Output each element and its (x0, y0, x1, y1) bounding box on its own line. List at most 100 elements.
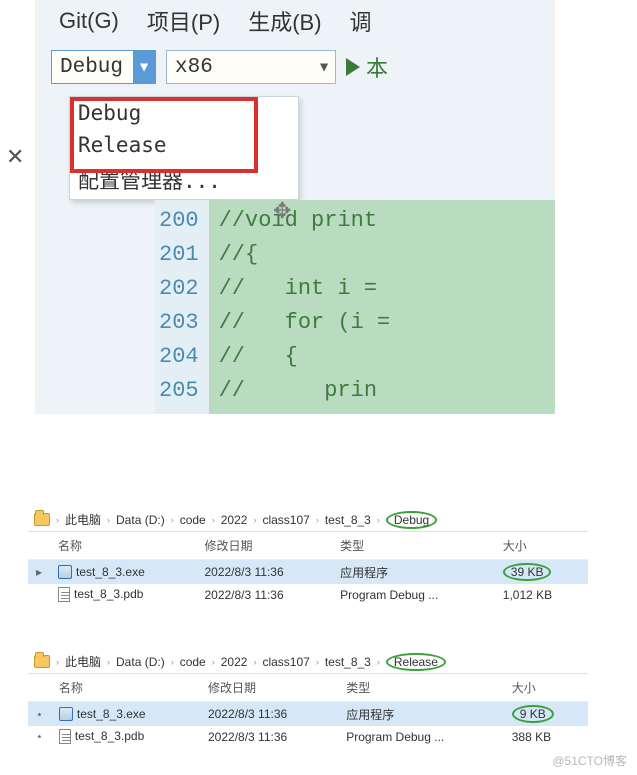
table-header-row: 名称 修改日期 类型 大小 (28, 532, 588, 560)
dropdown-option-release[interactable]: Release (70, 129, 298, 161)
menu-git[interactable]: Git(G) (59, 8, 119, 34)
code-line: // for (i = (219, 306, 555, 340)
file-date: 2022/8/3 11:36 (200, 702, 338, 727)
file-date: 2022/8/3 11:36 (196, 584, 332, 605)
breadcrumb-item[interactable]: Data (D:) (116, 513, 165, 527)
dropdown-option-debug[interactable]: Debug (70, 97, 298, 129)
file-type: 应用程序 (338, 702, 504, 727)
file-name: test_8_3.pdb (75, 729, 144, 743)
code-content[interactable]: //void print //{ // int i = // for (i = … (209, 200, 555, 414)
selection-arrow-icon: ▸ (28, 560, 50, 585)
table-row[interactable]: test_8_3.pdb 2022/8/3 11:36 Program Debu… (28, 584, 588, 605)
col-type[interactable]: 类型 (338, 674, 504, 702)
chevron-down-icon: ▾ (313, 51, 335, 83)
chevron-right-icon: › (316, 657, 319, 667)
pdb-icon (58, 587, 70, 602)
col-date[interactable]: 修改日期 (200, 674, 338, 702)
file-name: test_8_3.exe (76, 565, 145, 579)
code-line: // { (219, 340, 555, 374)
line-number-gutter: 200 201 202 203 204 205 (155, 200, 209, 414)
menu-debug[interactable]: 调 (350, 5, 372, 37)
file-explorer-debug: › 此电脑 › Data (D:) › code › 2022 › class1… (28, 508, 588, 605)
col-date[interactable]: 修改日期 (196, 532, 332, 560)
chevron-right-icon: › (56, 515, 59, 525)
file-table: 名称 修改日期 类型 大小 ▸ test_8_3.exe 2022/8/3 11… (28, 532, 588, 605)
platform-combobox-label: x86 (167, 54, 223, 81)
file-date: 2022/8/3 11:36 (200, 726, 338, 747)
breadcrumb-current-highlighted[interactable]: Release (386, 653, 446, 671)
code-line: //void print (219, 204, 555, 238)
start-debug-button[interactable]: 本 (346, 51, 388, 83)
close-icon[interactable]: ✕ (0, 144, 30, 170)
breadcrumb: › 此电脑 › Data (D:) › code › 2022 › class1… (28, 650, 588, 674)
breadcrumb-item[interactable]: class107 (262, 513, 309, 527)
breadcrumb: › 此电脑 › Data (D:) › code › 2022 › class1… (28, 508, 588, 532)
menu-build[interactable]: 生成(B) (248, 5, 321, 37)
col-name[interactable]: 名称 (50, 532, 196, 560)
file-size-highlighted: 39 KB (503, 563, 552, 581)
chevron-right-icon: › (253, 515, 256, 525)
col-size[interactable]: 大小 (495, 532, 588, 560)
line-number: 201 (159, 238, 199, 272)
menu-project[interactable]: 项目(P) (147, 5, 220, 37)
breadcrumb-item[interactable]: test_8_3 (325, 655, 371, 669)
breadcrumb-item[interactable]: 此电脑 (65, 653, 101, 670)
line-number: 203 (159, 306, 199, 340)
col-size[interactable]: 大小 (504, 674, 588, 702)
pin-icon[interactable]: ⋆ (28, 702, 51, 727)
play-icon (346, 58, 360, 76)
file-table: 名称 修改日期 类型 大小 ⋆ test_8_3.exe 2022/8/3 11… (28, 674, 588, 747)
breadcrumb-item[interactable]: code (180, 513, 206, 527)
platform-combobox[interactable]: x86 ▾ (166, 50, 336, 84)
file-name: test_8_3.exe (77, 707, 146, 721)
line-number: 204 (159, 340, 199, 374)
chevron-right-icon: › (107, 515, 110, 525)
watermark: @51CTO博客 (552, 752, 627, 769)
folder-icon (34, 513, 50, 526)
start-debug-label: 本 (366, 51, 388, 83)
breadcrumb-item[interactable]: code (180, 655, 206, 669)
exe-icon (58, 565, 72, 579)
breadcrumb-item[interactable]: 2022 (221, 513, 248, 527)
line-number: 205 (159, 374, 199, 408)
config-dropdown: Debug Release 配置管理器... (69, 96, 299, 200)
chevron-right-icon: › (171, 657, 174, 667)
folder-icon (34, 655, 50, 668)
menu-bar: Git(G) 项目(P) 生成(B) 调 (35, 0, 555, 42)
move-cursor-icon: ✥ (273, 198, 291, 224)
file-explorer-release: › 此电脑 › Data (D:) › code › 2022 › class1… (28, 650, 588, 747)
config-combobox-label: Debug (52, 54, 133, 81)
file-size: 1,012 KB (495, 584, 588, 605)
line-number: 202 (159, 272, 199, 306)
file-size-highlighted: 9 KB (512, 705, 554, 723)
table-row[interactable]: ▸ test_8_3.exe 2022/8/3 11:36 应用程序 39 KB (28, 560, 588, 585)
editor: 200 201 202 203 204 205 //void print //{… (155, 200, 555, 414)
chevron-right-icon: › (316, 515, 319, 525)
file-type: Program Debug ... (338, 726, 504, 747)
code-line: // int i = (219, 272, 555, 306)
dropdown-option-config-manager[interactable]: 配置管理器... (70, 161, 298, 199)
breadcrumb-item[interactable]: 2022 (221, 655, 248, 669)
file-name: test_8_3.pdb (74, 587, 143, 601)
breadcrumb-item[interactable]: class107 (262, 655, 309, 669)
visual-studio-panel: Git(G) 项目(P) 生成(B) 调 Debug ▾ x86 ▾ 本 Deb… (35, 0, 555, 414)
file-date: 2022/8/3 11:36 (196, 560, 332, 585)
line-number: 200 (159, 204, 199, 238)
col-type[interactable]: 类型 (332, 532, 495, 560)
breadcrumb-item[interactable]: 此电脑 (65, 511, 101, 528)
breadcrumb-current-highlighted[interactable]: Debug (386, 511, 437, 529)
pin-icon[interactable]: ⋆ (28, 726, 51, 747)
table-row[interactable]: ⋆ test_8_3.exe 2022/8/3 11:36 应用程序 9 KB (28, 702, 588, 727)
col-indicator (28, 532, 50, 560)
config-combobox[interactable]: Debug ▾ (51, 50, 156, 84)
code-line: // prin (219, 374, 555, 408)
table-row[interactable]: ⋆ test_8_3.pdb 2022/8/3 11:36 Program De… (28, 726, 588, 747)
breadcrumb-item[interactable]: Data (D:) (116, 655, 165, 669)
col-pin (28, 674, 51, 702)
file-type: Program Debug ... (332, 584, 495, 605)
code-line: //{ (219, 238, 555, 272)
chevron-right-icon: › (377, 515, 380, 525)
col-name[interactable]: 名称 (51, 674, 200, 702)
breadcrumb-item[interactable]: test_8_3 (325, 513, 371, 527)
file-type: 应用程序 (332, 560, 495, 585)
